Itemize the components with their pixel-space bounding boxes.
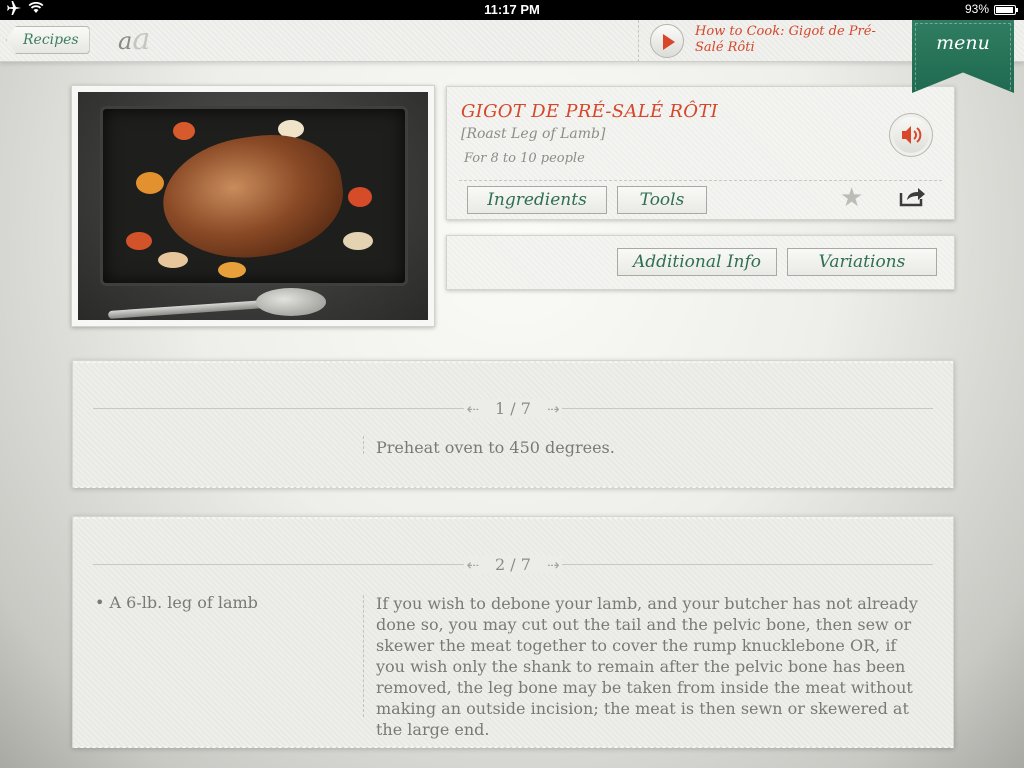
vegetable (136, 172, 164, 194)
topbar-divider (638, 20, 639, 62)
step-ingredient: • A 6-lb. leg of lamb (95, 593, 258, 612)
arrow-right-icon[interactable]: ⇢ (544, 556, 562, 574)
step-number: 2 / 7 (481, 555, 545, 574)
tab-variations[interactable]: Variations (787, 248, 937, 276)
arrow-left-icon[interactable]: ⇠ (464, 400, 482, 418)
tab-ingredients[interactable]: Ingredients (467, 186, 607, 214)
step-divider (363, 436, 364, 454)
recipe-title-card: GIGOT DE PRÉ-SALÉ RÔTI [Roast Leg of Lam… (446, 86, 955, 220)
step-text: Preheat oven to 450 degrees. (376, 438, 615, 457)
arrow-right-icon[interactable]: ⇢ (544, 400, 562, 418)
top-bar: Recipes aa How to Cook: Gigot de Pré-Sal… (0, 20, 1024, 62)
tab-additional-info[interactable]: Additional Info (617, 248, 777, 276)
recipe-photo (78, 92, 428, 320)
battery-percent: 93% (964, 2, 989, 16)
recipe-subtitle: [Roast Leg of Lamb] (461, 126, 606, 142)
menu-label: menu (936, 32, 990, 54)
vegetable (343, 232, 373, 250)
vegetable (158, 252, 188, 268)
vegetable (126, 232, 152, 250)
recipe-serves: For 8 to 10 people (464, 151, 585, 166)
video-title-link[interactable]: How to Cook: Gigot de Pré-Salé Rôti (695, 24, 885, 56)
status-bar: 11:17 PM 93% (0, 0, 1024, 20)
step-counter: ⇠ 2 / 7 ⇢ (73, 555, 953, 574)
status-time: 11:17 PM (484, 2, 540, 17)
step-counter: ⇠ 1 / 7 ⇢ (73, 399, 953, 418)
recipe-title: GIGOT DE PRÉ-SALÉ RÔTI (461, 101, 719, 122)
step-text: If you wish to debone your lamb, and you… (376, 594, 918, 739)
font-size-large[interactable]: a (132, 22, 150, 57)
step-card: ⇠ 1 / 7 ⇢ Preheat oven to 450 degrees. (72, 360, 954, 488)
vegetable (348, 187, 372, 207)
play-icon[interactable] (650, 24, 684, 58)
title-card-separator (459, 180, 942, 181)
info-card: Additional Info Variations (446, 235, 955, 290)
recipe-photo-frame (71, 85, 435, 327)
step-card: ⇠ 2 / 7 ⇢ • A 6-lb. leg of lamb If you wis… (72, 516, 954, 748)
step-number: 1 / 7 (481, 399, 545, 418)
menu-button[interactable]: menu (912, 20, 1014, 93)
font-size-toggle[interactable]: aa (118, 22, 150, 57)
battery-fill (996, 6, 1013, 13)
vegetable (218, 262, 246, 278)
battery-icon (994, 4, 1018, 15)
arrow-left-icon[interactable]: ⇠ (464, 556, 482, 574)
tab-tools[interactable]: Tools (617, 186, 707, 214)
recipes-back-button[interactable]: Recipes (6, 26, 90, 54)
share-icon[interactable] (899, 185, 927, 211)
font-size-small[interactable]: a (118, 27, 132, 55)
status-right: 93% (964, 2, 1018, 16)
spoon-bowl (256, 288, 326, 316)
vegetable (173, 122, 195, 140)
star-icon[interactable]: ★ (840, 183, 863, 213)
speaker-icon[interactable] (889, 113, 933, 157)
step-divider (363, 595, 364, 717)
